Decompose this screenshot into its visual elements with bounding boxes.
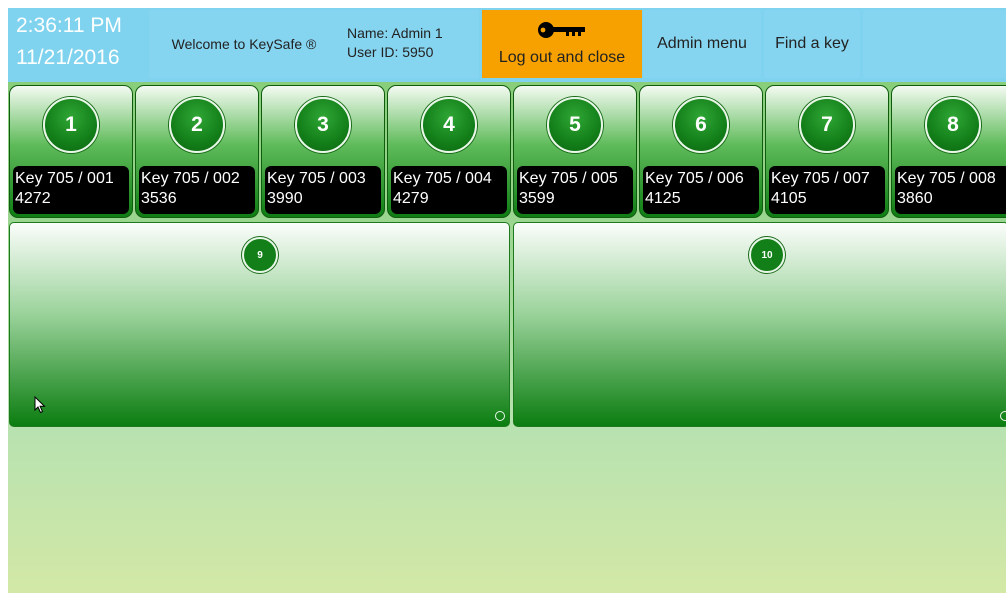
key-slot[interactable]: 3 Key 705 / 003 3990 — [261, 85, 385, 218]
key-slot[interactable]: 1 Key 705 / 001 4272 — [9, 85, 133, 218]
clock-time: 2:36:11 PM — [16, 14, 122, 37]
key-code: 4125 — [645, 190, 681, 207]
slot-number: 2 — [169, 97, 225, 153]
slot-number: 5 — [547, 97, 603, 153]
key-name: Key 705 / 007 — [771, 170, 870, 187]
key-icon — [538, 22, 585, 38]
slot-number: 8 — [925, 97, 981, 153]
keysafe-app: 2:36:11 PM 11/21/2016 Welcome to KeySafe… — [8, 8, 1006, 593]
key-name: Key 705 / 004 — [393, 170, 492, 187]
key-code: 3860 — [897, 190, 933, 207]
key-name: Key 705 / 008 — [897, 170, 996, 187]
key-label: Key 705 / 002 3536 — [139, 166, 255, 214]
key-name: Key 705 / 002 — [141, 170, 240, 187]
key-slot[interactable]: 6 Key 705 / 006 4125 — [639, 85, 763, 218]
user-id: User ID: 5950 — [347, 44, 434, 60]
key-name: Key 705 / 005 — [519, 170, 618, 187]
slot-number: 10 — [749, 237, 785, 273]
key-code: 3536 — [141, 190, 177, 207]
key-label: Key 705 / 005 3599 — [517, 166, 633, 214]
logout-label: Log out and close — [498, 49, 626, 66]
key-name: Key 705 / 006 — [645, 170, 744, 187]
key-name: Key 705 / 001 — [15, 170, 114, 187]
key-code: 3599 — [519, 190, 555, 207]
key-slot[interactable]: 7 Key 705 / 007 4105 — [765, 85, 889, 218]
user-name: Name: Admin 1 — [347, 25, 443, 41]
clock-date: 11/21/2016 — [16, 46, 120, 69]
key-code: 4279 — [393, 190, 429, 207]
key-code: 3990 — [267, 190, 303, 207]
status-indicator — [1000, 411, 1006, 421]
slot-number: 1 — [43, 97, 99, 153]
key-label: Key 705 / 003 3990 — [265, 166, 381, 214]
slot-number: 3 — [295, 97, 351, 153]
key-label: Key 705 / 006 4125 — [643, 166, 759, 214]
slot-number: 6 — [673, 97, 729, 153]
logout-button[interactable]: Log out and close — [482, 10, 642, 78]
key-code: 4272 — [15, 190, 51, 207]
key-slot-large[interactable]: 9 — [9, 222, 510, 427]
admin-menu-button[interactable]: Admin menu — [643, 10, 761, 78]
key-slot[interactable]: 2 Key 705 / 002 3536 — [135, 85, 259, 218]
header-bar: 2:36:11 PM 11/21/2016 Welcome to KeySafe… — [8, 8, 1006, 82]
user-info: Name: Admin 1 User ID: 5950 — [339, 10, 479, 78]
find-key-button[interactable]: Find a key — [764, 10, 860, 78]
clock-panel: 2:36:11 PM 11/21/2016 — [8, 10, 144, 78]
key-label: Key 705 / 001 4272 — [13, 166, 129, 214]
key-label: Key 705 / 004 4279 — [391, 166, 507, 214]
slot-number: 9 — [242, 237, 278, 273]
status-indicator — [495, 411, 505, 421]
key-name: Key 705 / 003 — [267, 170, 366, 187]
slot-number: 7 — [799, 97, 855, 153]
key-slot[interactable]: 8 Key 705 / 008 3860 — [891, 85, 1006, 218]
key-code: 4105 — [771, 190, 807, 207]
slot-number: 4 — [421, 97, 477, 153]
welcome-text: Welcome to KeySafe ® — [149, 10, 339, 78]
key-label: Key 705 / 007 4105 — [769, 166, 885, 214]
key-slot[interactable]: 4 Key 705 / 004 4279 — [387, 85, 511, 218]
key-label: Key 705 / 008 3860 — [895, 166, 1006, 214]
key-slot-large[interactable]: 10 — [513, 222, 1006, 427]
key-slot[interactable]: 5 Key 705 / 005 3599 — [513, 85, 637, 218]
header-spacer — [863, 10, 1006, 78]
mouse-cursor-icon — [34, 396, 46, 414]
